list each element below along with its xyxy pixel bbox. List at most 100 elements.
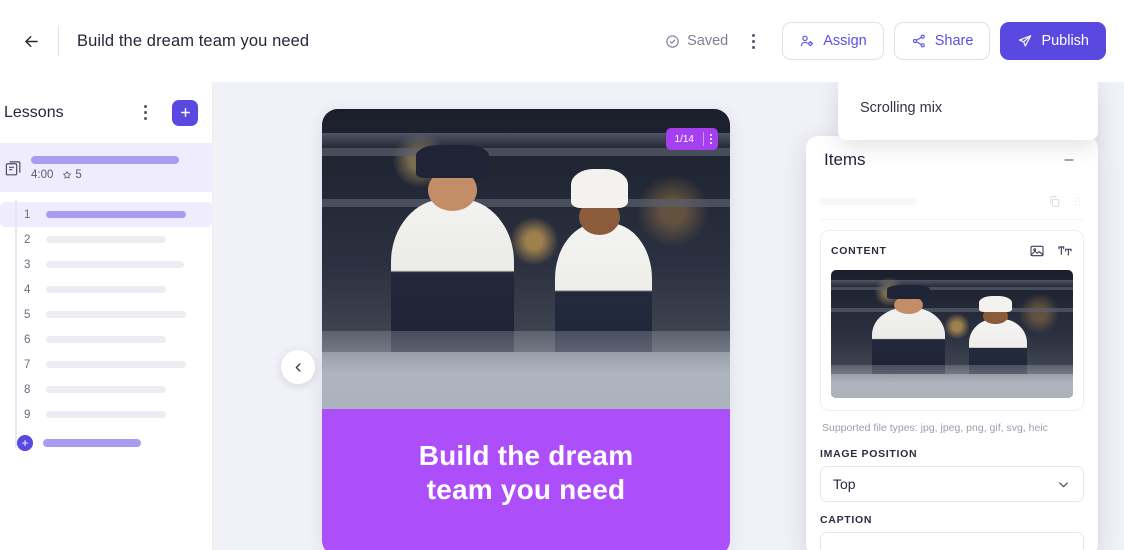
step-item[interactable]: 6 xyxy=(0,327,212,352)
top-bar-actions: Saved Assign Share Publish xyxy=(665,22,1124,60)
star-icon xyxy=(63,170,72,179)
steps-list: 1 2 3 4 5 6 7 8 9 + xyxy=(0,192,212,456)
slide-counter-badge[interactable]: 1/14 xyxy=(665,128,718,150)
toolbar-divider xyxy=(58,26,59,56)
step-title-placeholder xyxy=(46,211,186,218)
chevron-left-icon xyxy=(295,362,301,372)
lessons-sidebar: Lessons 4:00 5 1 2 3 4 5 6 7 8 9 + xyxy=(0,82,213,550)
step-title-placeholder xyxy=(46,286,166,293)
publish-dropdown-menu: Scrolling mix xyxy=(838,76,1098,140)
duplicate-icon[interactable] xyxy=(1048,195,1061,208)
items-panel-header: Items xyxy=(806,136,1098,184)
kebab-dot xyxy=(143,105,147,108)
steps-rail xyxy=(15,200,17,448)
step-number: 1 xyxy=(24,208,31,221)
items-panel-title: Items xyxy=(824,150,866,169)
kebab-dot xyxy=(751,45,755,49)
lesson-rating-value: 5 xyxy=(75,168,82,181)
previous-slide-button[interactable] xyxy=(281,350,315,384)
publish-button[interactable]: Publish xyxy=(1000,22,1106,60)
items-panel: Items CONTENT Supported file types: jpg,… xyxy=(806,136,1098,550)
kebab-dot xyxy=(751,39,755,43)
kebab-dot xyxy=(710,142,712,144)
lesson-rating: 5 xyxy=(62,168,82,181)
slide-preview[interactable]: 1/14 Build the dream team you need xyxy=(322,109,730,550)
step-title-placeholder xyxy=(46,411,166,418)
minimize-icon[interactable] xyxy=(1058,149,1080,171)
more-options-button[interactable] xyxy=(740,26,766,56)
photo-shelf xyxy=(831,286,1073,290)
content-card-header: CONTENT xyxy=(831,240,1073,262)
assign-button-label: Assign xyxy=(823,33,867,49)
slide-caption-line-2: team you need xyxy=(426,473,626,505)
content-card: CONTENT xyxy=(820,230,1084,411)
supported-file-types-note: Supported file types: jpg, jpeg, png, gi… xyxy=(822,422,1048,434)
sidebar-header: Lessons xyxy=(0,82,212,144)
step-item[interactable]: 2 xyxy=(0,227,212,252)
step-title-placeholder xyxy=(46,236,166,243)
step-title-placeholder xyxy=(46,336,166,343)
send-icon xyxy=(1019,35,1032,47)
slide-counter-value: 1/14 xyxy=(674,133,694,145)
lesson-meta: 4:00 5 xyxy=(31,155,179,181)
arrow-left-icon xyxy=(24,35,38,47)
step-item[interactable]: 8 xyxy=(0,377,212,402)
plus-circle-icon: + xyxy=(17,435,33,451)
assign-user-icon xyxy=(801,35,814,47)
step-number: 2 xyxy=(24,233,31,246)
check-circle-icon xyxy=(666,34,679,48)
step-item[interactable]: 3 xyxy=(0,252,212,277)
image-position-label: IMAGE POSITION xyxy=(820,448,918,461)
step-item[interactable]: 4 xyxy=(0,277,212,302)
back-button[interactable] xyxy=(14,24,48,58)
share-nodes-icon xyxy=(912,34,925,48)
step-item[interactable]: 9 xyxy=(0,402,212,427)
kebab-dot xyxy=(710,134,712,136)
step-number: 5 xyxy=(24,308,31,321)
step-number: 7 xyxy=(24,358,31,371)
text-format-icon[interactable] xyxy=(1057,243,1073,259)
drag-handle-icon[interactable] xyxy=(1071,195,1084,208)
step-number: 3 xyxy=(24,258,31,271)
sidebar-title: Lessons xyxy=(4,103,64,121)
add-step-placeholder xyxy=(43,439,141,447)
share-button-label: Share xyxy=(934,33,974,49)
image-icon[interactable] xyxy=(1029,243,1045,259)
content-image-thumbnail[interactable] xyxy=(831,270,1073,398)
lesson-duration: 4:00 xyxy=(31,168,54,181)
chevron-down-icon xyxy=(1056,477,1071,492)
kitchen-counter xyxy=(831,373,1073,398)
step-item[interactable]: 1 xyxy=(0,202,212,227)
chef-figure xyxy=(968,318,1028,398)
add-step-button[interactable]: + xyxy=(0,430,212,456)
chef-hat xyxy=(978,295,1013,313)
ghost-row-actions xyxy=(1048,195,1084,208)
kitchen-photo-thumb xyxy=(831,270,1073,398)
chef-figure xyxy=(872,308,945,398)
add-lesson-button[interactable] xyxy=(172,99,198,126)
image-position-select[interactable]: Top xyxy=(820,466,1084,503)
page-title: Build the dream team you need xyxy=(77,31,310,50)
slide-menu-button[interactable] xyxy=(704,134,718,144)
lesson-title-placeholder xyxy=(31,155,179,164)
step-item[interactable]: 7 xyxy=(0,352,212,377)
lessons-more-button[interactable] xyxy=(132,98,158,128)
caption-field: CAPTION xyxy=(820,514,1084,550)
chef-hat xyxy=(886,285,931,300)
image-position-value: Top xyxy=(833,476,856,493)
lesson-item[interactable]: 4:00 5 xyxy=(0,144,212,192)
step-number: 4 xyxy=(24,283,31,296)
items-ghost-row[interactable] xyxy=(820,184,1084,220)
assign-button[interactable]: Assign xyxy=(782,22,884,60)
image-position-field: IMAGE POSITION Top xyxy=(820,448,1084,503)
step-item[interactable]: 5 xyxy=(0,302,212,327)
caption-label: CAPTION xyxy=(820,514,873,527)
step-title-placeholder xyxy=(46,261,184,268)
caption-input[interactable] xyxy=(820,532,1084,550)
ghost-placeholder-bar xyxy=(820,198,916,205)
content-card-label: CONTENT xyxy=(831,245,887,257)
sidebar-header-actions xyxy=(132,98,198,128)
share-button[interactable]: Share xyxy=(893,22,991,60)
step-number: 6 xyxy=(24,333,31,346)
dropdown-item-scrolling-mix[interactable]: Scrolling mix xyxy=(860,100,942,116)
